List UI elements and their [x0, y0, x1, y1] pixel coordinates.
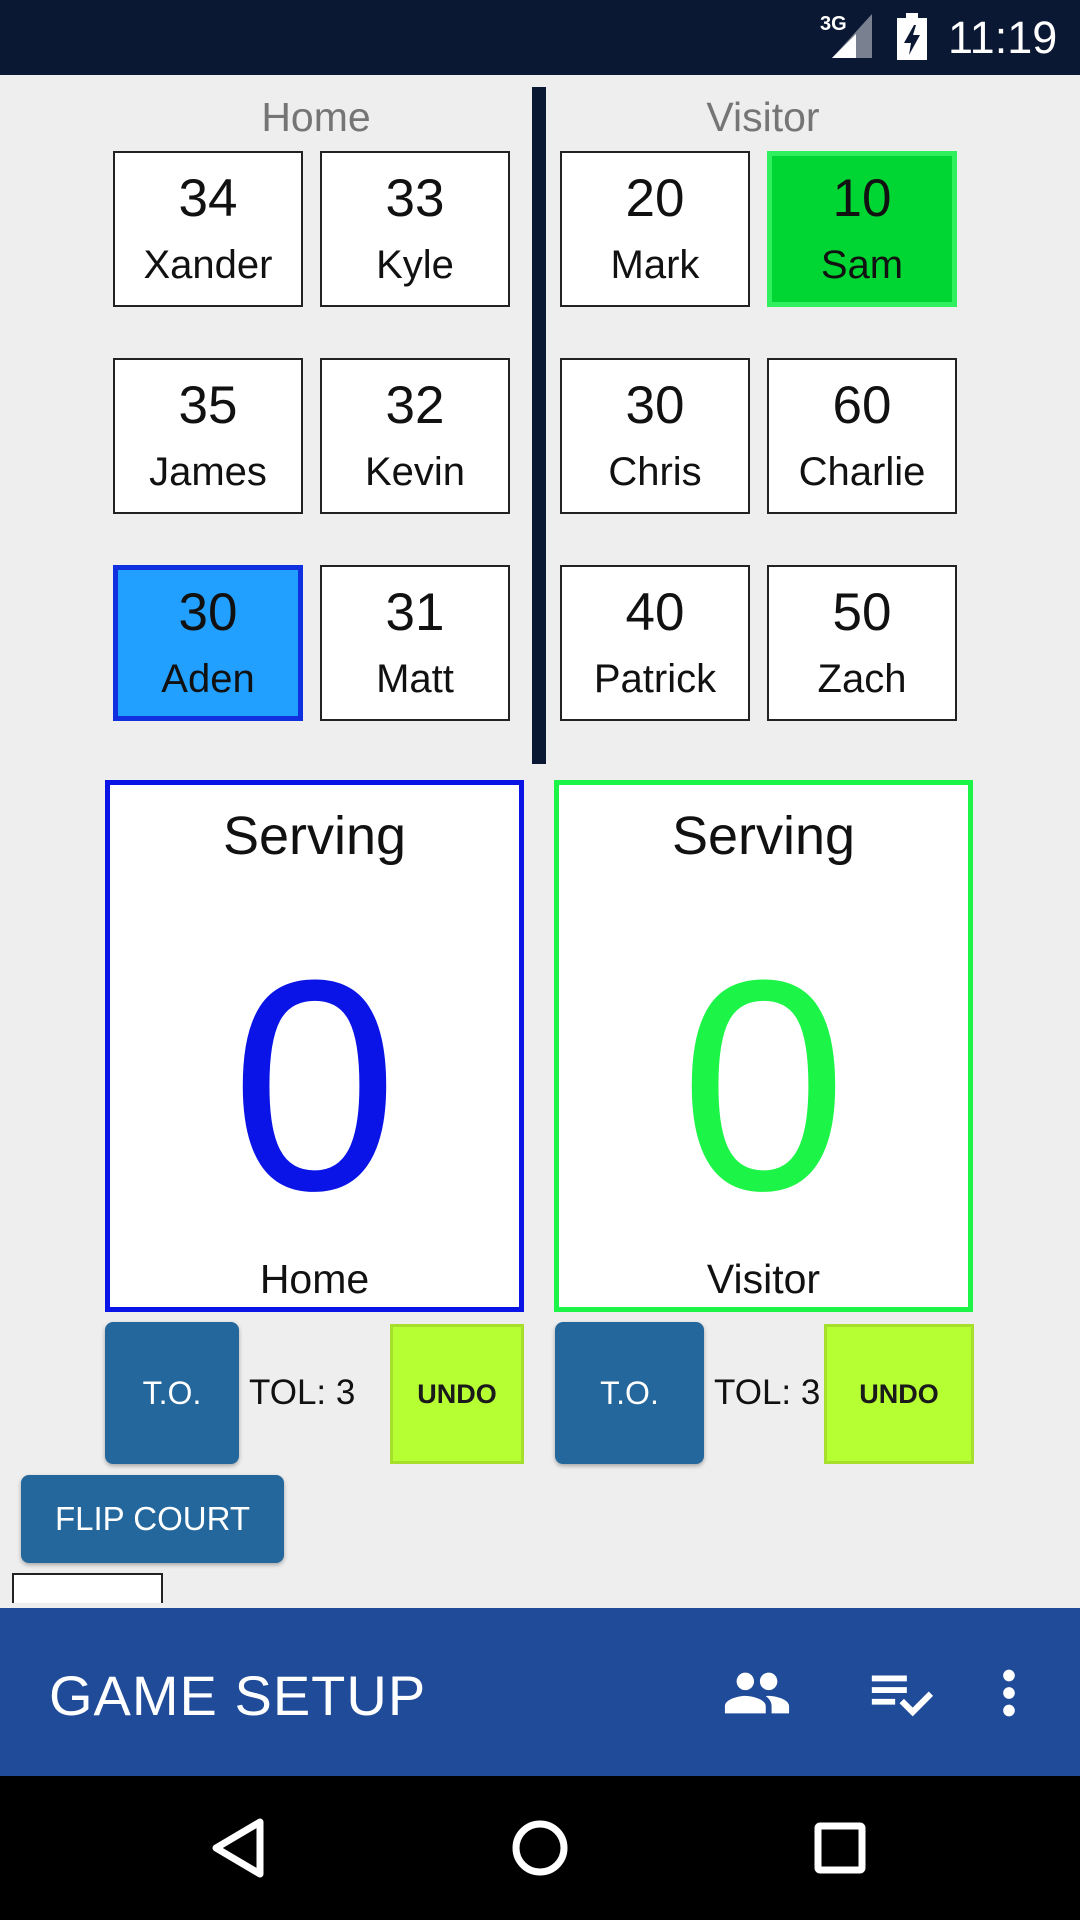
player-name: James [149, 450, 267, 494]
home-player-tile[interactable]: 34 Xander [113, 151, 303, 307]
player-name: Sam [820, 243, 904, 287]
player-name: Kevin [364, 450, 466, 494]
player-number: 50 [832, 583, 892, 642]
home-player-tile-selected[interactable]: 30 Aden [113, 565, 303, 721]
network-type: 3G [820, 13, 847, 35]
player-name: Zach [817, 657, 907, 701]
home-team-label: Home [259, 1256, 370, 1302]
game-setup-button[interactable]: GAME SETUP [49, 1666, 426, 1726]
back-icon[interactable] [190, 1798, 290, 1898]
visitor-serving-label: Serving [671, 806, 856, 866]
app-bar: GAME SETUP [0, 1608, 1080, 1776]
status-bar: 3G 11:19 [0, 0, 1080, 75]
flip-court-button[interactable]: FLIP COURT [21, 1475, 284, 1563]
visitor-timeout-button[interactable]: T.O. [555, 1322, 704, 1464]
visitor-player-tile[interactable]: 40 Patrick [560, 565, 750, 721]
people-icon[interactable] [722, 1658, 792, 1728]
player-name: Matt [376, 657, 454, 701]
player-number: 30 [625, 376, 685, 435]
player-name: Charlie [798, 450, 926, 494]
player-name: Chris [608, 450, 702, 494]
home-player-tile[interactable]: 33 Kyle [320, 151, 510, 307]
player-number: 32 [385, 376, 445, 435]
home-header: Home [261, 94, 371, 140]
visitor-team-label: Visitor [706, 1256, 821, 1302]
player-number: 33 [385, 169, 445, 228]
player-number: 31 [385, 583, 445, 642]
player-number: 35 [178, 376, 238, 435]
player-number: 20 [625, 169, 685, 228]
visitor-player-tile[interactable]: 50 Zach [767, 565, 957, 721]
visitor-player-tile[interactable]: 30 Chris [560, 358, 750, 514]
recents-icon[interactable] [790, 1798, 890, 1898]
home-score-panel[interactable]: Serving 0 Home [105, 780, 524, 1312]
visitor-score-panel[interactable]: Serving 0 Visitor [554, 780, 973, 1312]
player-number: 10 [832, 169, 892, 228]
home-timeout-button[interactable]: T.O. [105, 1322, 239, 1464]
home-serving-label: Serving [222, 806, 407, 866]
home-player-tile[interactable]: 35 James [113, 358, 303, 514]
home-player-tile[interactable]: 32 Kevin [320, 358, 510, 514]
player-number: 30 [178, 583, 238, 642]
player-number: 40 [625, 583, 685, 642]
battery-charging-icon [897, 13, 927, 60]
visitor-player-tile[interactable]: 60 Charlie [767, 358, 957, 514]
visitor-player-tile-selected[interactable]: 10 Sam [767, 151, 957, 307]
home-icon[interactable] [490, 1798, 590, 1898]
court-divider [532, 87, 546, 764]
player-name: Xander [143, 243, 273, 287]
home-undo-button[interactable]: UNDO [390, 1324, 524, 1464]
player-name: Patrick [593, 657, 717, 701]
visitor-undo-button[interactable]: UNDO [824, 1324, 974, 1464]
home-player-tile[interactable]: 31 Matt [320, 565, 510, 721]
player-name: Aden [161, 657, 255, 701]
more-vert-icon[interactable] [974, 1658, 1044, 1728]
visitor-timeouts-left: TOL: 3 [714, 1373, 821, 1412]
visitor-header: Visitor [706, 94, 820, 140]
player-name: Mark [610, 243, 700, 287]
player-number: 60 [832, 376, 892, 435]
home-score: 0 [231, 917, 398, 1253]
signal-3g-icon: 3G [820, 13, 872, 58]
player-number: 34 [178, 169, 238, 228]
player-name: Kyle [376, 243, 454, 287]
home-timeouts-left: TOL: 3 [249, 1373, 356, 1412]
blank-box [12, 1573, 163, 1603]
playlist-check-icon[interactable] [866, 1658, 936, 1728]
navigation-bar [0, 1776, 1080, 1920]
visitor-player-tile[interactable]: 20 Mark [560, 151, 750, 307]
visitor-score: 0 [680, 917, 847, 1253]
clock-time: 11:19 [948, 12, 1058, 63]
